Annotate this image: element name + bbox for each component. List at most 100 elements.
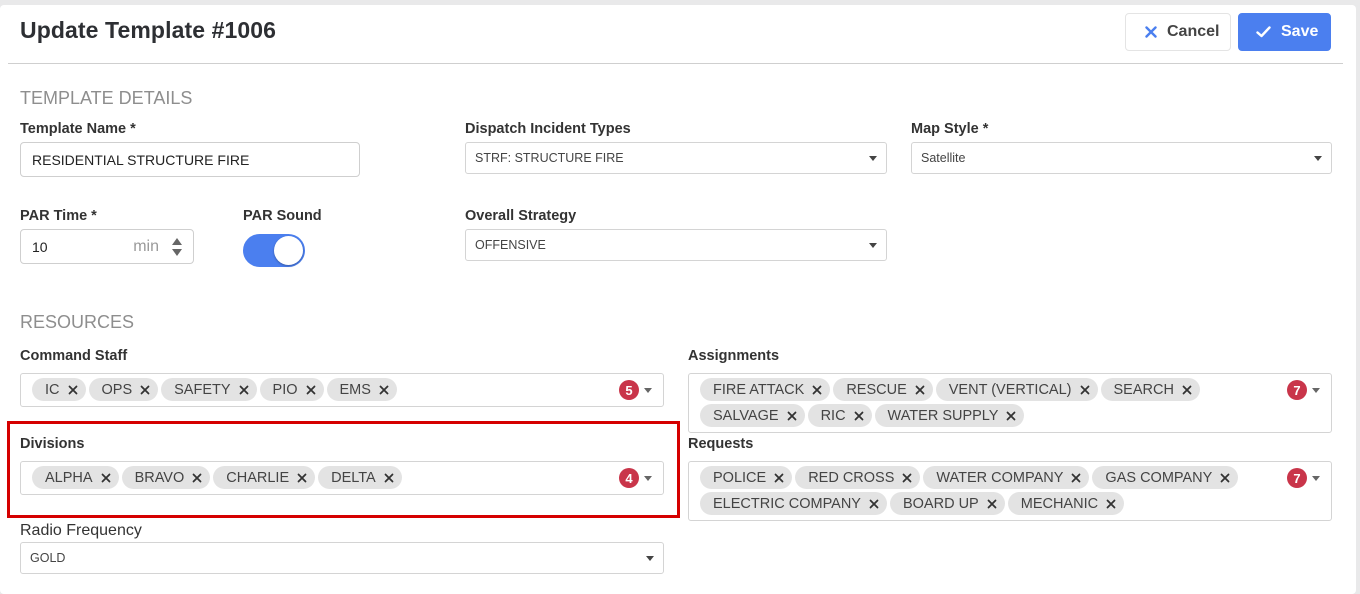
radio-frequency-label: Radio Frequency xyxy=(20,522,142,539)
chip-label: RED CROSS xyxy=(808,469,895,486)
remove-chip-icon[interactable] xyxy=(1220,473,1230,483)
chip: RIC xyxy=(807,404,872,427)
overall-strategy-select[interactable]: OFFENSIVE xyxy=(465,229,887,261)
command-staff-label: Command Staff xyxy=(20,348,128,364)
chip: SEARCH xyxy=(1100,378,1200,401)
remove-chip-icon[interactable] xyxy=(1106,499,1116,509)
chip: PIO xyxy=(259,378,324,401)
remove-chip-icon[interactable] xyxy=(854,411,864,421)
chip: WATER COMPANY xyxy=(923,466,1090,489)
cancel-label: Cancel xyxy=(1167,23,1220,40)
divisions-highlight-box xyxy=(7,421,680,518)
chip-label: FIRE ATTACK xyxy=(713,381,805,398)
remove-chip-icon[interactable] xyxy=(379,385,389,395)
chip: RESCUE xyxy=(833,378,933,401)
remove-chip-icon[interactable] xyxy=(239,385,249,395)
chip-label: WATER COMPANY xyxy=(936,469,1064,486)
remove-chip-icon[interactable] xyxy=(1006,411,1016,421)
chip-label: BOARD UP xyxy=(902,495,979,512)
assignments-count-badge: 7 xyxy=(1287,380,1307,400)
remove-chip-icon[interactable] xyxy=(869,499,879,509)
remove-chip-icon[interactable] xyxy=(140,385,150,395)
remove-chip-icon[interactable] xyxy=(1080,385,1090,395)
chip-label: GAS COMPANY xyxy=(1105,469,1213,486)
overall-strategy-label: Overall Strategy xyxy=(465,208,577,224)
save-button[interactable]: Save xyxy=(1238,13,1331,51)
command-staff-count-badge: 5 xyxy=(619,380,639,400)
chip: GAS COMPANY xyxy=(1092,466,1239,489)
chip-label: POLICE xyxy=(713,469,767,486)
remove-chip-icon[interactable] xyxy=(774,473,784,483)
chevron-down-icon xyxy=(869,156,877,161)
par-time-unit: min xyxy=(133,237,159,255)
chip-list: POLICE RED CROSS WATER COMPANY GAS COMPANY E… xyxy=(700,466,1261,515)
chip-label: SEARCH xyxy=(1113,381,1174,398)
template-name-input[interactable]: RESIDENTIAL STRUCTURE FIRE xyxy=(20,142,360,177)
chevron-down-icon xyxy=(869,243,877,248)
close-icon xyxy=(1145,26,1157,38)
header-divider xyxy=(8,63,1343,64)
remove-chip-icon[interactable] xyxy=(812,385,822,395)
map-style-select[interactable]: Satellite xyxy=(911,142,1332,174)
chip-label: IC xyxy=(45,381,60,398)
remove-chip-icon[interactable] xyxy=(915,385,925,395)
save-label: Save xyxy=(1281,23,1319,40)
requests-select[interactable]: POLICE RED CROSS WATER COMPANY GAS COMPANY E… xyxy=(688,461,1332,521)
dispatch-incident-types-select[interactable]: STRF: STRUCTURE FIRE xyxy=(465,142,887,174)
assignments-select[interactable]: FIRE ATTACK RESCUE VENT (VERTICAL) SEARCH SA… xyxy=(688,373,1332,433)
remove-chip-icon[interactable] xyxy=(987,499,997,509)
assignments-label: Assignments xyxy=(688,348,780,364)
chevron-down-icon[interactable] xyxy=(644,388,652,393)
remove-chip-icon[interactable] xyxy=(787,411,797,421)
chevron-down-icon[interactable] xyxy=(1312,476,1320,481)
par-sound-label: PAR Sound xyxy=(243,208,322,224)
chip-label: RESCUE xyxy=(846,381,907,398)
chip-label: SALVAGE xyxy=(713,407,779,424)
chip-label: WATER SUPPLY xyxy=(887,407,999,424)
spinner-icon[interactable] xyxy=(172,238,182,256)
chip: WATER SUPPLY xyxy=(874,404,1025,427)
chip-list: FIRE ATTACK RESCUE VENT (VERTICAL) SEARCH SA… xyxy=(700,378,1261,427)
par-time-input[interactable]: 10 min xyxy=(20,229,194,264)
chip: FIRE ATTACK xyxy=(700,378,831,401)
chip-label: SAFETY xyxy=(174,381,231,398)
chip-label: OPS xyxy=(101,381,133,398)
chip: MECHANIC xyxy=(1007,492,1125,515)
check-icon xyxy=(1256,26,1271,38)
command-staff-select[interactable]: IC OPS SAFETY PIO EMS 5 xyxy=(20,373,664,407)
chip: ELECTRIC COMPANY xyxy=(700,492,887,515)
chip-label: PIO xyxy=(272,381,298,398)
remove-chip-icon[interactable] xyxy=(68,385,78,395)
remove-chip-icon[interactable] xyxy=(1182,385,1192,395)
chip: POLICE xyxy=(700,466,793,489)
page-title: Update Template #1006 xyxy=(20,17,277,43)
chip-label: MECHANIC xyxy=(1020,495,1099,512)
chevron-down-icon xyxy=(646,556,654,561)
chip: RED CROSS xyxy=(795,466,921,489)
chevron-down-icon xyxy=(1314,156,1322,161)
remove-chip-icon[interactable] xyxy=(1071,473,1081,483)
par-time-label: PAR Time * xyxy=(20,208,97,224)
chip-label: RIC xyxy=(820,407,846,424)
radio-frequency-select[interactable]: GOLD xyxy=(20,542,664,574)
chip-label: VENT (VERTICAL) xyxy=(948,381,1072,398)
chip-label: ELECTRIC COMPANY xyxy=(713,495,861,512)
remove-chip-icon[interactable] xyxy=(306,385,316,395)
template-name-label: Template Name * xyxy=(20,121,136,137)
cancel-button[interactable]: Cancel xyxy=(1125,13,1231,51)
par-sound-toggle[interactable] xyxy=(243,234,305,267)
toggle-knob xyxy=(274,236,303,265)
chip: EMS xyxy=(326,378,397,401)
chip: VENT (VERTICAL) xyxy=(935,378,1098,401)
requests-count-badge: 7 xyxy=(1287,468,1307,488)
remove-chip-icon[interactable] xyxy=(902,473,912,483)
section-title-resources: RESOURCES xyxy=(20,312,135,332)
map-style-label: Map Style * xyxy=(911,121,989,137)
chip-label: EMS xyxy=(339,381,371,398)
chip: SALVAGE xyxy=(700,404,805,427)
chip: IC xyxy=(32,378,86,401)
chip-list: IC OPS SAFETY PIO EMS xyxy=(32,378,593,401)
chevron-down-icon[interactable] xyxy=(1312,388,1320,393)
requests-label: Requests xyxy=(688,436,754,452)
chip: BOARD UP xyxy=(889,492,1005,515)
